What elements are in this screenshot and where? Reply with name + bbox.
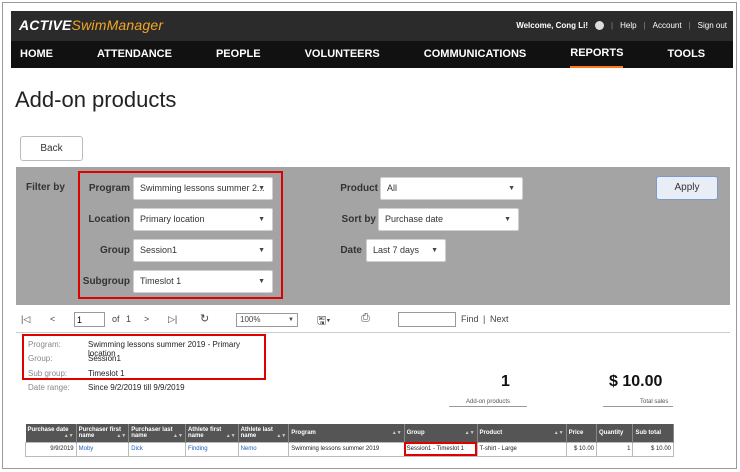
- nav-home[interactable]: HOME: [20, 41, 53, 68]
- total-sales-caption: Total sales: [640, 399, 669, 405]
- info-daterange-value: Since 9/2/2019 till 9/9/2019: [88, 383, 185, 392]
- app-logo[interactable]: ACTIVESwimManager: [19, 17, 163, 33]
- nav-reports[interactable]: REPORTS: [570, 41, 624, 68]
- zoom-select[interactable]: 100% ▼: [236, 313, 298, 327]
- sort-by-label: Sort by: [341, 214, 376, 225]
- table-row: 9/9/2019 Moby Dick Finding Nemo Swimming…: [25, 441, 674, 457]
- refresh-icon[interactable]: ↻: [200, 312, 209, 325]
- save-icon[interactable]: 🖫▾: [317, 312, 330, 331]
- cell-athlete-last[interactable]: Nemo: [237, 441, 290, 457]
- addon-count: 1: [501, 373, 510, 390]
- col-program[interactable]: Program ▲▼: [288, 424, 405, 442]
- toolbar-separator: |: [483, 314, 486, 324]
- col-quantity[interactable]: Quantity: [596, 424, 634, 442]
- nav-tools[interactable]: TOOLS: [667, 41, 705, 68]
- next-link[interactable]: Next: [490, 314, 509, 324]
- col-athlete-first[interactable]: Athlete first name ▲▼: [185, 424, 239, 442]
- filter-highlight-box: [78, 171, 283, 299]
- help-link[interactable]: Help: [620, 21, 636, 30]
- cell-subtotal: $ 10.00: [632, 441, 674, 457]
- print-icon[interactable]: ⎙: [361, 312, 370, 325]
- account-link[interactable]: Account: [653, 21, 682, 30]
- prev-page-icon[interactable]: <: [50, 314, 55, 324]
- cell-product: T-shirt - Large: [476, 441, 567, 457]
- cell-group: Session1 - Timeslot 1: [403, 441, 478, 457]
- chevron-down-icon: ▼: [504, 216, 511, 223]
- find-input[interactable]: [398, 312, 456, 327]
- main-nav: HOME ATTENDANCE PEOPLE VOLUNTEERS COMMUN…: [11, 41, 733, 68]
- top-bar: ACTIVESwimManager Welcome, Cong Li! | He…: [11, 11, 733, 41]
- table-header-row: Purchase date ▲▼ Purchaser first name ▲▼ P…: [25, 424, 674, 442]
- sort-by-dropdown[interactable]: Purchase date ▼: [378, 208, 519, 231]
- apply-button[interactable]: Apply: [656, 176, 718, 200]
- welcome-text: Welcome, Cong Li!: [516, 21, 589, 30]
- total-pages: 1: [126, 314, 132, 324]
- find-link[interactable]: Find: [461, 314, 479, 324]
- count-underline: [449, 406, 527, 407]
- sales-underline: [603, 406, 673, 407]
- info-daterange-key: Date range:: [28, 383, 70, 392]
- cell-purchaser-first[interactable]: Moby: [75, 441, 130, 457]
- product-label: Product: [340, 183, 378, 194]
- page-of-label: of: [112, 314, 120, 324]
- info-highlight-box: [22, 334, 266, 380]
- col-purchase-date[interactable]: Purchase date ▲▼: [25, 424, 77, 442]
- last-page-icon[interactable]: ▷|: [168, 314, 177, 325]
- total-sales: $ 10.00: [609, 373, 663, 390]
- cell-price: $ 10.00: [565, 441, 598, 457]
- col-product[interactable]: Product ▲▼: [477, 424, 567, 442]
- col-purchaser-last[interactable]: Purchaser last name ▲▼: [128, 424, 186, 442]
- cell-purchaser-last[interactable]: Dick: [128, 441, 186, 457]
- cell-athlete-first[interactable]: Finding: [184, 441, 239, 457]
- col-purchaser-first[interactable]: Purchaser first name ▲▼: [76, 424, 130, 442]
- col-subtotal[interactable]: Sub total: [632, 424, 674, 442]
- date-dropdown[interactable]: Last 7 days ▼: [366, 239, 446, 262]
- nav-volunteers[interactable]: VOLUNTEERS: [305, 41, 380, 68]
- report-toolbar: |◁ < of 1 > ▷| ↻ 100%▼ 🖫▾ ⎙ Find | Next: [16, 310, 730, 332]
- cell-purchase-date: 9/9/2019: [25, 441, 77, 457]
- nav-people[interactable]: PEOPLE: [216, 41, 261, 68]
- app-window: ACTIVESwimManager Welcome, Cong Li! | He…: [2, 2, 737, 469]
- chevron-down-icon: ▼: [508, 185, 515, 192]
- utility-links: Welcome, Cong Li! | Help | Account | Sig…: [516, 21, 727, 30]
- chevron-down-icon: ▼: [288, 317, 294, 323]
- col-group[interactable]: Group ▲▼: [404, 424, 478, 442]
- cell-quantity: 1: [595, 441, 634, 457]
- page-title: Add-on products: [15, 87, 177, 112]
- filter-by-label: Filter by: [26, 182, 65, 193]
- nav-attendance[interactable]: ATTENDANCE: [97, 41, 172, 68]
- page-number-input[interactable]: [74, 312, 105, 327]
- filter-panel: Filter by Program Swimming lessons summe…: [16, 167, 730, 305]
- sign-out-link[interactable]: Sign out: [698, 21, 727, 30]
- nav-communications[interactable]: COMMUNICATIONS: [424, 41, 526, 68]
- product-dropdown[interactable]: All ▼: [380, 177, 523, 200]
- next-page-icon[interactable]: >: [144, 314, 149, 324]
- addon-products-table: Purchase date ▲▼ Purchaser first name ▲▼ P…: [25, 424, 674, 457]
- divider: [16, 332, 730, 333]
- chevron-down-icon: ▼: [431, 247, 438, 254]
- date-label: Date: [340, 245, 362, 256]
- globe-icon[interactable]: [595, 21, 605, 30]
- cell-program: Swimming lessons summer 2019: [288, 441, 405, 457]
- back-button[interactable]: Back: [20, 136, 83, 161]
- addon-count-caption: Add-on products: [466, 399, 511, 405]
- col-athlete-last[interactable]: Athlete last name ▲▼: [238, 424, 290, 442]
- col-price[interactable]: Price: [566, 424, 598, 442]
- first-page-icon[interactable]: |◁: [21, 314, 30, 325]
